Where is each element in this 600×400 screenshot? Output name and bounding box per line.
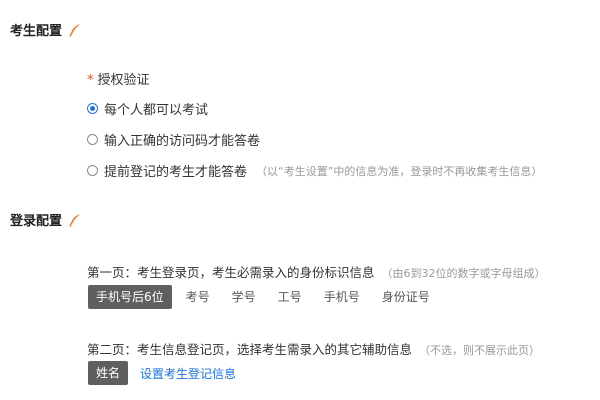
login-page-text: 第一页：考生登录页，考生必需录入的身份标识信息 xyxy=(87,265,375,280)
login-config-title: 登录配置 xyxy=(10,210,82,229)
tag-student-id[interactable]: 学号 xyxy=(224,285,264,309)
login-config-title-text: 登录配置 xyxy=(10,214,63,229)
auth-option-everyone[interactable]: 每个人都可以考试 xyxy=(87,99,208,118)
radio-icon[interactable] xyxy=(87,134,98,145)
extra-field-tags: 姓名 设置考生登记信息 xyxy=(88,361,236,385)
register-page-description: 第二页：考生信息登记页，选择考生需录入的其它辅助信息 （不选，则不展示此页） xyxy=(87,339,540,358)
exam-config-title-text: 考生配置 xyxy=(10,24,63,39)
exam-config-title: 考生配置 xyxy=(10,20,82,39)
tag-phone[interactable]: 手机号 xyxy=(316,285,368,309)
register-page-text: 第二页：考生信息登记页，选择考生需录入的其它辅助信息 xyxy=(87,342,413,357)
tag-employee-id[interactable]: 工号 xyxy=(270,285,310,309)
auth-option-label: 每个人都可以考试 xyxy=(104,103,209,118)
required-mark: * xyxy=(87,73,94,88)
auth-option-preregistered[interactable]: 提前登记的考生才能答卷 （以“考生设置”中的信息为准，登录时不再收集考生信息） xyxy=(87,161,542,180)
auth-option-hint: （以“考生设置”中的信息为准，登录时不再收集考生信息） xyxy=(256,164,543,178)
auth-verification-label: * 授权验证 xyxy=(87,69,150,88)
tag-name[interactable]: 姓名 xyxy=(88,361,129,385)
auth-option-label: 输入正确的访问码才能答卷 xyxy=(104,134,261,149)
register-page-hint: （不选，则不展示此页） xyxy=(419,344,541,357)
login-page-description: 第一页：考生登录页，考生必需录入的身份标识信息 （由6到32位的数字或字母组成） xyxy=(87,262,546,281)
radio-icon[interactable] xyxy=(87,165,98,176)
identity-field-tags: 手机号后6位 考号 学号 工号 手机号 身份证号 xyxy=(88,285,444,309)
tag-exam-number[interactable]: 考号 xyxy=(178,285,218,309)
login-page-hint: （由6到32位的数字或字母组成） xyxy=(381,267,546,280)
set-registration-info-link[interactable]: 设置考生登记信息 xyxy=(140,365,236,382)
feather-pen-icon xyxy=(69,213,81,227)
radio-checked-icon[interactable] xyxy=(87,103,98,114)
auth-option-label: 提前登记的考生才能答卷 xyxy=(104,165,248,180)
auth-option-access-code[interactable]: 输入正确的访问码才能答卷 xyxy=(87,130,260,149)
tag-id-card[interactable]: 身份证号 xyxy=(374,285,438,309)
feather-pen-icon xyxy=(69,23,81,37)
tag-phone-last6[interactable]: 手机号后6位 xyxy=(88,285,172,309)
auth-label-text: 授权验证 xyxy=(97,73,150,88)
